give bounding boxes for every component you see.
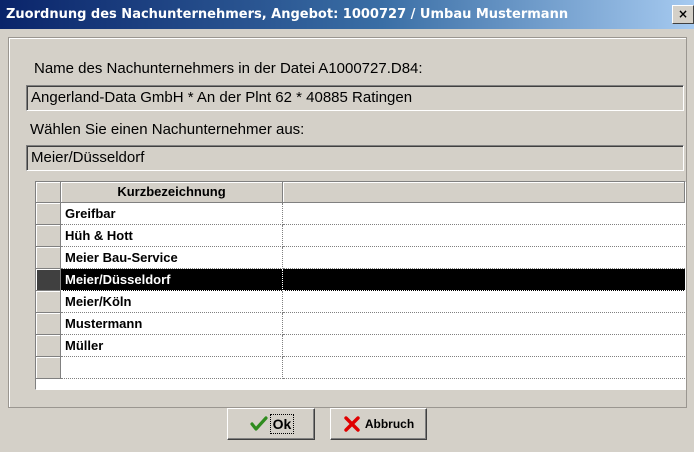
column-header-empty bbox=[283, 182, 685, 203]
table-row[interactable]: Mustermann bbox=[36, 313, 685, 335]
row-kurzbezeichnung-cell[interactable]: Greifbar bbox=[61, 203, 283, 225]
row-indicator-cell[interactable] bbox=[36, 357, 61, 379]
row-empty-cell[interactable] bbox=[283, 203, 685, 225]
table-row[interactable]: Meier Bau-Service bbox=[36, 247, 685, 269]
cancel-button[interactable]: Abbruch bbox=[330, 408, 427, 440]
column-header-kurzbezeichnung[interactable]: Kurzbezeichnung bbox=[61, 182, 283, 203]
window-title: Zuordnung des Nachunternehmers, Angebot:… bbox=[6, 7, 569, 22]
row-empty-cell[interactable] bbox=[283, 357, 685, 379]
close-button[interactable]: × bbox=[672, 5, 694, 24]
red-x-icon bbox=[343, 416, 361, 432]
row-indicator-cell[interactable] bbox=[36, 225, 61, 247]
table-row[interactable]: Meier/Köln bbox=[36, 291, 685, 313]
row-kurzbezeichnung-cell[interactable]: Hüh & Hott bbox=[61, 225, 283, 247]
row-indicator-cell[interactable] bbox=[36, 291, 61, 313]
row-empty-cell[interactable] bbox=[283, 291, 685, 313]
file-subcontractor-field: Angerland-Data GmbH * An der Plnt 62 * 4… bbox=[26, 85, 684, 111]
row-kurzbezeichnung-cell[interactable]: Müller bbox=[61, 335, 283, 357]
subcontractor-grid[interactable]: Kurzbezeichnung Greifbar Hüh & Hott Meier … bbox=[35, 181, 686, 390]
row-kurzbezeichnung-cell[interactable]: Meier Bau-Service bbox=[61, 247, 283, 269]
grid-corner-cell bbox=[36, 182, 61, 203]
file-name-label: Name des Nachunternehmers in der Datei A… bbox=[34, 60, 423, 77]
row-kurzbezeichnung-cell[interactable]: Mustermann bbox=[61, 313, 283, 335]
grid-header: Kurzbezeichnung bbox=[36, 182, 685, 203]
dialog-window: Zuordnung des Nachunternehmers, Angebot:… bbox=[0, 0, 694, 452]
row-empty-cell[interactable] bbox=[283, 247, 685, 269]
selected-subcontractor-field[interactable]: Meier/Düsseldorf bbox=[26, 145, 684, 171]
row-indicator-cell[interactable] bbox=[36, 203, 61, 225]
row-kurzbezeichnung-cell[interactable]: Meier/Düsseldorf bbox=[61, 269, 283, 291]
row-empty-cell[interactable] bbox=[283, 313, 685, 335]
close-icon: × bbox=[677, 7, 689, 21]
row-empty-cell[interactable] bbox=[283, 225, 685, 247]
cancel-button-label: Abbruch bbox=[364, 417, 415, 431]
title-bar[interactable]: Zuordnung des Nachunternehmers, Angebot:… bbox=[0, 0, 694, 29]
row-empty-cell[interactable] bbox=[283, 269, 685, 291]
row-indicator-cell[interactable] bbox=[36, 313, 61, 335]
row-indicator-cell[interactable] bbox=[36, 335, 61, 357]
ok-button[interactable]: Ok bbox=[227, 408, 315, 440]
table-row[interactable] bbox=[36, 357, 685, 379]
choose-subcontractor-label: Wählen Sie einen Nachunternehmer aus: bbox=[30, 121, 305, 138]
table-row[interactable]: Greifbar bbox=[36, 203, 685, 225]
table-row[interactable]: Meier/Düsseldorf bbox=[36, 269, 685, 291]
grid-rows: Greifbar Hüh & Hott Meier Bau-Service Meier… bbox=[36, 203, 685, 379]
checkmark-icon bbox=[250, 416, 268, 432]
row-kurzbezeichnung-cell[interactable] bbox=[61, 357, 283, 379]
row-indicator-cell[interactable] bbox=[36, 247, 61, 269]
table-row[interactable]: Müller bbox=[36, 335, 685, 357]
row-kurzbezeichnung-cell[interactable]: Meier/Köln bbox=[61, 291, 283, 313]
row-empty-cell[interactable] bbox=[283, 335, 685, 357]
table-row[interactable]: Hüh & Hott bbox=[36, 225, 685, 247]
row-indicator-cell[interactable] bbox=[36, 269, 61, 291]
ok-button-label: Ok bbox=[269, 414, 295, 434]
